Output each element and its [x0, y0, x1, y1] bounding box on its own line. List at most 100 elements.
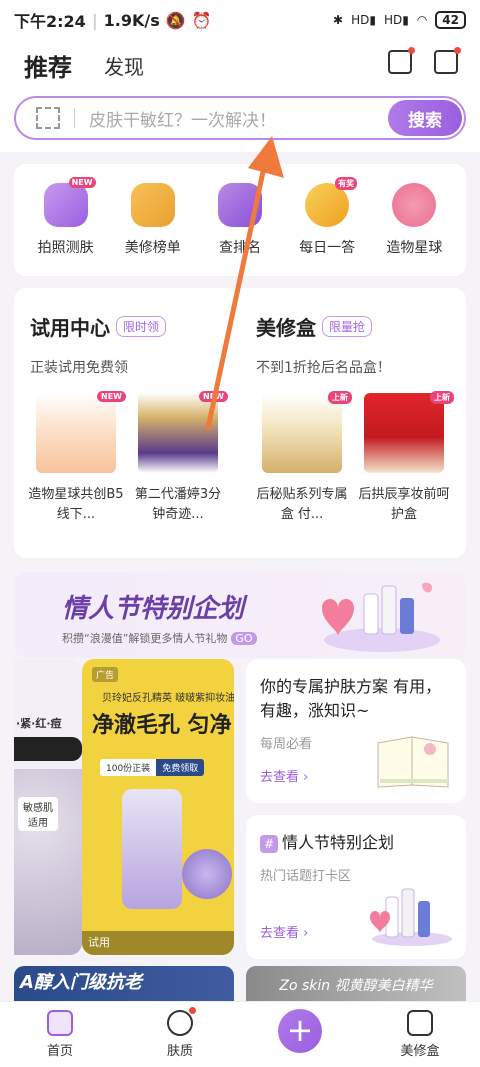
new-badge: 上新: [328, 391, 352, 404]
quick-item-label: 拍照测肤: [37, 240, 94, 256]
quick-item-skin-test[interactable]: NEW 拍照测肤: [25, 177, 107, 257]
next-feed-row: A醇入门级抗老 Zo skin 视黄醇美白精华: [14, 966, 466, 1002]
ad-bottom-label: 试用: [82, 931, 234, 955]
notification-dot: [454, 47, 461, 54]
card-subtitle: 热门话题打卡区: [260, 869, 352, 884]
ad-jar-image: [182, 849, 232, 899]
product-name: 后秘贴系列专属盒 付...: [256, 487, 348, 522]
search-button[interactable]: 搜索: [388, 100, 462, 136]
trial-title-row: 试用中心 限时领: [30, 312, 224, 341]
product-image: [364, 393, 444, 473]
quick-item-planet[interactable]: 造物星球: [373, 183, 455, 257]
ad-label: 广告: [92, 667, 119, 682]
new-badge: NEW: [68, 177, 96, 188]
face-scan-icon: NEW: [43, 177, 96, 227]
bag-icon: [407, 1010, 433, 1036]
bluetooth-icon: ✱: [333, 13, 344, 27]
tab-discover[interactable]: 发现: [104, 51, 144, 80]
feed-card-sensitive[interactable]: ·紧·红·痘 敏感肌适用: [14, 659, 82, 955]
search-bar[interactable]: 皮肤干敏红？一次解决！ 搜索: [14, 96, 466, 140]
dark-strip: [14, 737, 82, 761]
trial-subtitle: 正装试用免费领: [30, 360, 128, 376]
product-item[interactable]: NEW 第二代潘婷3分钟奇迹...: [132, 391, 228, 525]
feed-card-valentine-topic[interactable]: # 情人节特别企划 热门话题打卡区 去查看 ›: [246, 815, 466, 959]
new-badge: NEW: [97, 391, 126, 402]
feed-left-text: ·紧·红·痘: [16, 717, 62, 730]
home-icon: [47, 1010, 73, 1036]
tab-home[interactable]: 首页: [20, 1010, 100, 1059]
quick-item-label: 查排名: [218, 240, 261, 256]
status-left: 下午2:24 | 1.9K/s 🔕 ⏰: [14, 8, 212, 32]
prize-badge: 有奖: [335, 177, 358, 190]
view-link[interactable]: 去查看 ›: [260, 766, 308, 785]
feed-left-column: ·紧·红·痘 敏感肌适用 广告 贝玲妃反孔精英 啵啵紫抑妆油 净澈毛孔 匀净 1…: [14, 659, 234, 959]
tab-recommend[interactable]: 推荐: [24, 48, 72, 83]
notification-dot: [408, 47, 415, 54]
valentine-banner[interactable]: 情人节特别企划 积攒“浪漫值”解锁更多情人节礼物 GO: [14, 572, 466, 658]
tab-label: 美修盒: [400, 1044, 440, 1059]
product-item[interactable]: 上新 后拱辰享妆前呵护盒: [358, 391, 454, 525]
trial-center[interactable]: 试用中心 限时领 正装试用免费领 NEW 造物星球共创B5线下... NEW 第…: [14, 312, 240, 558]
book-illustration: [377, 736, 449, 788]
product-item[interactable]: NEW 造物星球共创B5线下...: [28, 391, 126, 525]
quick-item-daily-quiz[interactable]: 有奖 每日一答: [286, 177, 368, 257]
new-badge: 上新: [430, 391, 454, 404]
gift-illustration: [322, 582, 440, 652]
wifi-icon: ◠: [416, 13, 428, 27]
planet-icon: [392, 183, 437, 227]
box-subtitle: 不到1折抢后名品盒！: [256, 360, 391, 376]
product-item[interactable]: 上新 后秘贴系列专属盒 付...: [256, 391, 352, 525]
feed-ad-card[interactable]: 广告 贝玲妃反孔精英 啵啵紫抑妆油 净澈毛孔 匀净 100份正装 免费领取 试用: [82, 659, 234, 955]
feed-card-retinol-entry[interactable]: A醇入门级抗老: [14, 966, 234, 1002]
quick-item-label: 每日一答: [299, 240, 356, 256]
gift-illustration: [370, 888, 452, 946]
sensitive-tag: 敏感肌适用: [18, 797, 58, 831]
signal-icon-1: HD▮: [351, 13, 376, 27]
go-button[interactable]: GO: [231, 632, 257, 645]
banner-subtitle: 积攒“浪漫值”解锁更多情人节礼物 GO: [62, 630, 257, 646]
quick-item-ranking[interactable]: 美修榜单: [112, 183, 194, 257]
quick-entries: NEW 拍照测肤 美修榜单 查排名 有奖 每日一答 造物星球: [14, 164, 466, 276]
trial-tag: 限时领: [116, 316, 167, 337]
status-time: 下午2:24: [14, 12, 86, 31]
ad-chips: 100份正装 免费领取: [100, 759, 205, 776]
lookup-icon: [217, 183, 262, 227]
feed-card-skincare-plan[interactable]: 你的专属护肤方案 有用，有趣，涨知识~ 每周必看 去查看 ›: [246, 659, 466, 803]
box-tag: 限量抢: [322, 316, 373, 337]
box-section[interactable]: 美修盒 限量抢 不到1折抢后名品盒！ 上新 后秘贴系列专属盒 付... 上新 后…: [240, 312, 466, 558]
battery-icon: 42: [435, 11, 466, 29]
ad-bottle-image: [122, 789, 182, 909]
alarm-icon: ⏰: [191, 10, 212, 30]
tab-skin[interactable]: 肤质: [140, 1007, 220, 1059]
banner-title: 情人节特别企划: [62, 594, 245, 624]
post-button[interactable]: +: [260, 1009, 340, 1059]
tab-box[interactable]: 美修盒: [380, 1010, 460, 1059]
quick-item-label: 美修榜单: [124, 240, 181, 256]
quick-item-lookup[interactable]: 查排名: [199, 183, 281, 257]
product-name: 造物星球共创B5线下...: [28, 487, 124, 522]
card-title: # 情人节特别企划: [260, 831, 452, 855]
status-divider: |: [91, 10, 98, 30]
message-icon[interactable]: [434, 47, 461, 74]
signal-icon-2: HD▮: [383, 13, 409, 27]
view-link[interactable]: 去查看 ›: [260, 922, 308, 941]
coin-icon: 有奖: [305, 177, 358, 227]
status-speed: 1.9K/s: [103, 10, 160, 30]
ad-top-text: 贝玲妃反孔精英 啵啵紫抑妆油: [102, 693, 234, 704]
skin-icon: [167, 1007, 196, 1036]
search-wrap: 皮肤干敏红？一次解决！ 搜索: [0, 90, 480, 152]
tab-label: 肤质: [166, 1044, 193, 1059]
trial-products: NEW 造物星球共创B5线下... NEW 第二代潘婷3分钟奇迹...: [28, 391, 228, 525]
feed-card-zo-skin[interactable]: Zo skin 视黄醇美白精华: [246, 966, 466, 1002]
trial-and-box-card: 试用中心 限时领 正装试用免费领 NEW 造物星球共创B5线下... NEW 第…: [14, 288, 466, 558]
box-products: 上新 后秘贴系列专属盒 付... 上新 后拱辰享妆前呵护盒: [256, 391, 454, 525]
top-header: 推荐 发现: [0, 40, 480, 90]
status-right: ✱ HD▮ HD▮ ◠ 42: [333, 11, 466, 29]
ranking-icon: [130, 183, 175, 227]
new-badge: NEW: [199, 391, 228, 402]
notification-dot: [189, 1007, 196, 1014]
calendar-icon[interactable]: [388, 47, 415, 74]
hashtag-icon: #: [260, 835, 278, 853]
scan-icon[interactable]: [36, 107, 60, 129]
ad-headline: 净澈毛孔 匀净: [92, 713, 232, 738]
